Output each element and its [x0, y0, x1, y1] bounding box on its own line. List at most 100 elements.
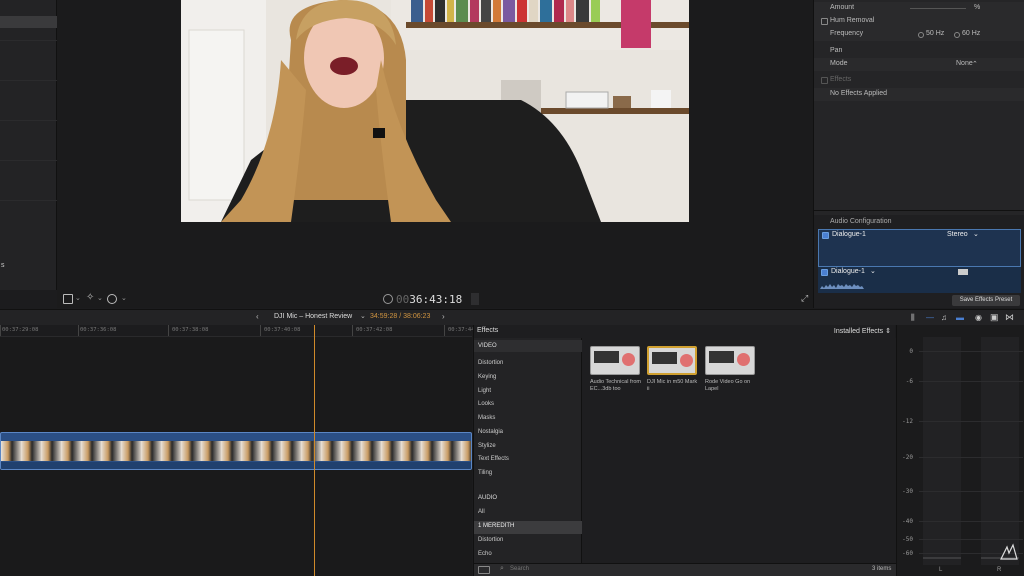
category-item[interactable]: Text Effects	[478, 456, 509, 462]
chevron-down-icon[interactable]: ⌄	[973, 230, 979, 238]
timeline-clip[interactable]	[0, 432, 472, 470]
play-icon[interactable]	[383, 294, 393, 304]
search-icon: ⌕	[500, 565, 504, 572]
category-item[interactable]: Echo	[478, 551, 492, 557]
playhead[interactable]	[314, 325, 315, 576]
category-item-selected[interactable]: 1 MEREDITH	[478, 523, 514, 529]
effect-name: Rode Video Go on Lapel	[705, 379, 751, 392]
transform-icon[interactable]	[63, 294, 73, 304]
timecode-display[interactable]: 0036:43:18	[396, 293, 462, 306]
category-item[interactable]: Masks	[478, 415, 495, 421]
magic-wand-icon[interactable]: ✧	[86, 292, 94, 303]
hum-removal-row: Hum Removal	[814, 15, 1024, 28]
effects-title: Effects	[477, 327, 499, 334]
freq-50-radio[interactable]	[918, 32, 924, 38]
frequency-label: Frequency	[830, 30, 864, 37]
installed-effects-dropdown[interactable]: Installed Effects ⇕	[834, 327, 891, 335]
left-browser-panel[interactable]: s	[0, 0, 57, 290]
timeline-ruler[interactable]: 00:37:29:08 00:37:36:08 00:37:38:08 00:3…	[0, 325, 484, 337]
amount-slider[interactable]	[910, 8, 966, 9]
timeline-toolbar-right: ⫼ — ♫ ▬ ◉ ▣ ⋈	[895, 309, 1024, 325]
effects-category-list[interactable]: VIDEO Distortion Keying Light Looks Mask…	[474, 338, 582, 563]
browser-row	[0, 200, 57, 201]
clip-thumbnail	[61, 441, 81, 461]
timeline-header: ‹ DJI Mic – Honest Review ⌄ 34:59:28 / 3…	[0, 309, 895, 325]
dialogue-sub-checkbox[interactable]	[821, 269, 828, 276]
snapping-icon[interactable]: ⫼	[911, 313, 915, 323]
clip-thumbnail	[381, 441, 401, 461]
back-chevron-icon[interactable]: ‹	[256, 312, 259, 321]
effects-grid: Audio Technical from EC...3db too DJI Mi…	[583, 338, 896, 563]
hum-removal-checkbox[interactable]	[821, 18, 828, 25]
forward-chevron-icon[interactable]: ›	[442, 312, 445, 321]
effect-tile-selected[interactable]	[647, 346, 697, 375]
effects-browser-icon[interactable]: ▣	[990, 312, 999, 323]
updown-chevron-icon[interactable]: ⌃	[972, 60, 978, 68]
chevron-down-icon[interactable]: ⌄	[121, 294, 127, 302]
category-item[interactable]: Distortion	[478, 537, 503, 543]
effects-checkbox[interactable]	[821, 77, 828, 84]
clip-thumbnail	[401, 441, 421, 461]
audio-category-header[interactable]: AUDIO	[478, 495, 497, 501]
effect-tile[interactable]	[705, 346, 755, 375]
category-item[interactable]: Keying	[478, 374, 496, 380]
audio-configuration-panel: Audio Configuration Dialogue-1 Stereo ⌄ …	[813, 215, 1024, 308]
category-item[interactable]: Nostalgia	[478, 429, 503, 435]
meter-scale-label: -50	[902, 536, 913, 543]
chevron-down-icon[interactable]: ⌄	[360, 312, 366, 320]
amount-row: Amount %	[814, 2, 1024, 15]
effect-name: Audio Technical from EC...3db too	[590, 379, 641, 392]
mode-dropdown[interactable]: None	[956, 60, 973, 67]
item-count: 3 items	[872, 566, 892, 572]
save-effects-preset-button[interactable]: Save Effects Preset	[952, 295, 1020, 306]
video-frame[interactable]	[181, 0, 689, 222]
meter-scale-label: -30	[902, 488, 913, 495]
effect-tile[interactable]	[590, 346, 640, 375]
category-item[interactable]: Light	[478, 388, 491, 394]
no-effects-label: No Effects Applied	[830, 90, 888, 97]
chevron-down-icon[interactable]: ⌄	[870, 267, 876, 275]
category-item[interactable]: Tiling	[478, 470, 492, 476]
inspector-toggle-icon[interactable]: ◉	[975, 313, 982, 322]
clip-thumbnail	[81, 441, 101, 461]
effects-browser: Effects Installed Effects ⇕ VIDEO Distor…	[473, 325, 896, 576]
meter-scale-label: -40	[902, 518, 913, 525]
knob-icon	[680, 354, 693, 367]
ruler-tick: 00:37:36:08	[80, 327, 117, 333]
effects-search-bar: ⌕ Search 3 items	[474, 563, 896, 576]
fullscreen-icon[interactable]: ⤢	[801, 293, 808, 304]
audio-config-subrow[interactable]: Dialogue-1 ⌄	[818, 267, 1021, 293]
dialogue-checkbox[interactable]	[822, 232, 829, 239]
hum-removal-label: Hum Removal	[830, 17, 875, 24]
stereo-dropdown[interactable]: Stereo	[947, 231, 968, 238]
clip-thumbnail	[341, 441, 361, 461]
freq-60-radio[interactable]	[954, 32, 960, 38]
selected-browser-row[interactable]	[0, 16, 57, 28]
transitions-browser-icon[interactable]: ⋈	[1005, 312, 1014, 323]
search-input[interactable]: Search	[510, 566, 529, 572]
clip-audio-waveform	[1, 462, 471, 469]
no-effects-row: No Effects Applied	[814, 88, 1024, 101]
solo-icon[interactable]: ▬	[956, 313, 964, 322]
speed-icon[interactable]	[107, 294, 117, 304]
clip-thumbnail	[321, 441, 341, 461]
category-item[interactable]: Distortion	[478, 360, 503, 366]
sidebar-toggle-icon[interactable]	[478, 566, 490, 574]
category-item[interactable]: Looks	[478, 401, 494, 407]
skimming-icon[interactable]: —	[926, 313, 934, 322]
browser-row	[0, 120, 57, 121]
clip-thumbnail	[181, 441, 201, 461]
browser-row	[0, 160, 57, 161]
dialogue-sub-name: Dialogue-1	[831, 268, 865, 275]
chevron-down-icon[interactable]: ⌄	[75, 294, 81, 302]
amount-value[interactable]: %	[974, 4, 980, 11]
waveform-icon	[820, 284, 864, 289]
pan-section: Pan	[814, 45, 1024, 58]
headphones-icon[interactable]: ♫	[941, 313, 947, 322]
video-category-header[interactable]: VIDEO	[474, 340, 582, 352]
meter-scale-label: 0	[909, 348, 913, 355]
category-item[interactable]: Stylize	[478, 443, 496, 449]
audio-config-row[interactable]: Dialogue-1 Stereo ⌄	[818, 229, 1021, 267]
category-item[interactable]: All	[478, 509, 485, 515]
chevron-down-icon[interactable]: ⌄	[97, 294, 103, 302]
